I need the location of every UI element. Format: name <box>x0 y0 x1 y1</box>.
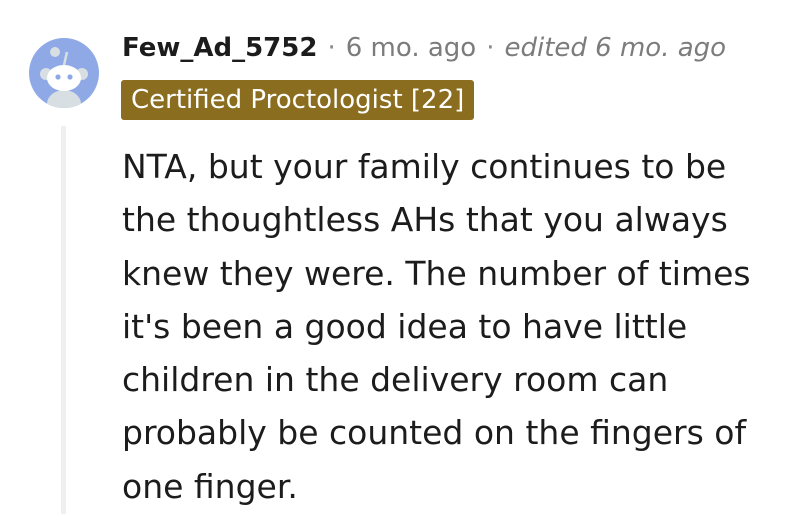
comment: Few_Ad_5752 · 6 mo. ago · edited 6 mo. a… <box>0 0 806 514</box>
edited-label: edited 6 mo. ago <box>504 33 727 63</box>
comment-meta: Few_Ad_5752 · 6 mo. ago · edited 6 mo. a… <box>122 28 726 68</box>
separator-dot: · <box>486 33 495 63</box>
user-flair-badge: Certified Proctologist [22] <box>121 80 475 120</box>
separator-dot: · <box>327 33 336 63</box>
snoo-avatar-icon[interactable] <box>29 38 99 108</box>
author-link[interactable]: Few_Ad_5752 <box>122 28 317 68</box>
comment-body: NTA, but your family continues to be the… <box>122 147 751 506</box>
timestamp-link[interactable]: 6 mo. ago <box>346 28 476 68</box>
thread-line[interactable] <box>61 126 66 514</box>
